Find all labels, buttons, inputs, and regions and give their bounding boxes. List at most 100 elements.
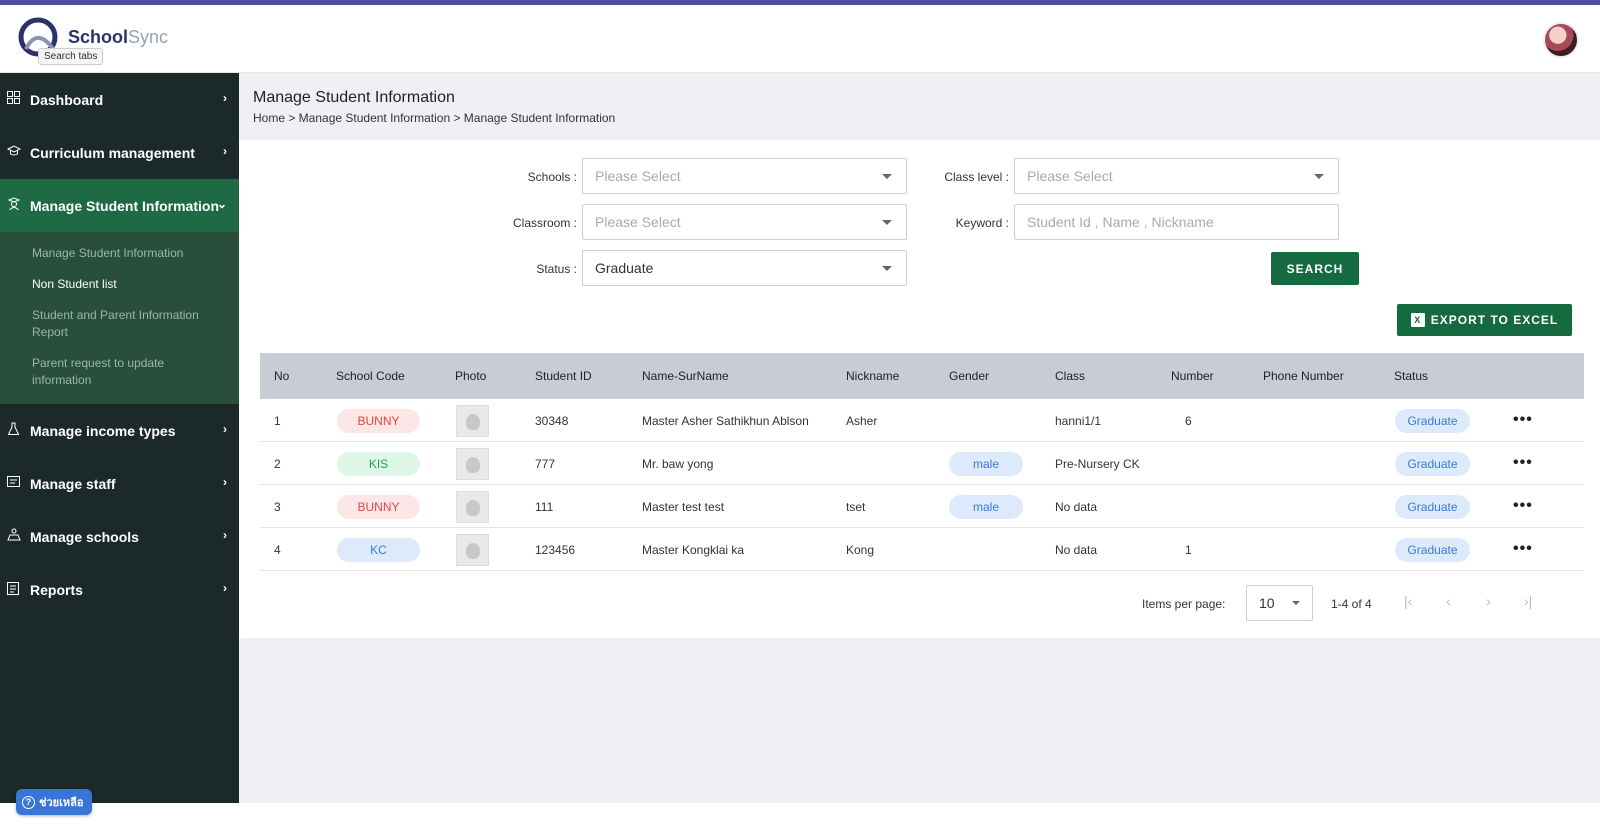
table-row[interactable]: 2 KIS 777 Mr. baw yong male Pre-Nursery … (260, 442, 1584, 485)
column-header-number[interactable]: Number (1171, 369, 1214, 383)
sidebar-item-label: Manage income types (30, 422, 176, 439)
sidebar-item-curriculum[interactable]: Curriculum management › (0, 126, 239, 179)
keyword-placeholder: Student Id , Name , Nickname (1027, 214, 1214, 230)
flask-icon (7, 422, 21, 436)
cell-nickname: tset (846, 500, 866, 514)
column-header-gender[interactable]: Gender (949, 369, 989, 383)
more-actions-icon[interactable]: ••• (1513, 411, 1533, 429)
table-row[interactable]: 3 BUNNY 111 Master test test tset male N… (260, 485, 1584, 528)
column-header-status[interactable]: Status (1394, 369, 1428, 383)
clipboard-icon (7, 581, 21, 595)
submenu-non-student-list[interactable]: Non Student list (0, 269, 239, 300)
cell-student-id: 123456 (535, 543, 576, 557)
next-page-icon[interactable]: › (1486, 593, 1491, 609)
cell-name: Mr. baw yong (642, 457, 714, 471)
class-level-label: Class level : (944, 170, 1009, 184)
cell-number: 6 (1185, 414, 1192, 428)
id-card-icon (7, 475, 21, 489)
keyword-label: Keyword : (955, 216, 1009, 230)
sidebar-item-dashboard[interactable]: Dashboard › (0, 73, 239, 126)
search-button[interactable]: SEARCH (1271, 252, 1359, 285)
class-level-select-value: Please Select (1027, 168, 1113, 184)
graduation-cap-icon (6, 144, 22, 158)
logo-primary-text: School (68, 27, 129, 47)
status-select-value: Graduate (595, 260, 654, 276)
caret-down-icon (1314, 174, 1324, 179)
cell-no: 4 (274, 543, 281, 557)
breadcrumb[interactable]: Home > Manage Student Information > Mana… (253, 111, 615, 125)
more-actions-icon[interactable]: ••• (1513, 454, 1533, 472)
table-row[interactable]: 1 BUNNY 30348 Master Asher Sathikhun Abl… (260, 399, 1584, 442)
user-avatar[interactable] (1543, 22, 1579, 58)
keyword-input[interactable]: Student Id , Name , Nickname (1014, 204, 1339, 240)
class-level-select[interactable]: Please Select (1014, 158, 1339, 194)
cell-class: No data (1055, 500, 1098, 514)
status-badge: Graduate (1395, 495, 1470, 519)
column-header-student-id[interactable]: Student ID (535, 369, 592, 383)
column-header-no[interactable]: No (274, 369, 289, 383)
classroom-select-value: Please Select (595, 214, 681, 230)
help-label: ช่วยเหลือ (39, 797, 84, 809)
question-icon: ? (22, 795, 35, 809)
chevron-right-icon: › (223, 422, 227, 436)
main-content: Manage Student Information Home > Manage… (239, 73, 1600, 803)
column-header-phone[interactable]: Phone Number (1263, 369, 1344, 383)
sidebar-item-income-types[interactable]: Manage income types › (0, 404, 239, 457)
classroom-select[interactable]: Please Select (582, 204, 907, 240)
sidebar-item-reports[interactable]: Reports › (0, 563, 239, 616)
prev-page-icon[interactable]: ‹ (1446, 593, 1451, 609)
app-header: SchoolSync Search tabs (0, 5, 1600, 73)
chevron-down-icon: ⌄ (216, 197, 227, 211)
sidebar-item-schools[interactable]: Manage schools › (0, 510, 239, 563)
schools-label: Schools : (527, 170, 577, 184)
more-actions-icon[interactable]: ••• (1513, 540, 1533, 558)
submenu-parent-request[interactable]: Parent request to update information (0, 348, 239, 396)
student-icon (7, 197, 21, 211)
submenu-manage-student-info[interactable]: Manage Student Information (0, 238, 239, 269)
student-photo (456, 491, 489, 523)
sidebar-item-manage-student[interactable]: Manage Student Information ⌄ (0, 179, 239, 232)
cell-name: Master test test (642, 500, 725, 514)
column-header-name[interactable]: Name-SurName (642, 369, 729, 383)
help-button[interactable]: ? ช่วยเหลือ (16, 789, 93, 815)
page-title: Manage Student Information (253, 89, 455, 106)
column-header-photo[interactable]: Photo (455, 369, 486, 383)
search-tabs-tooltip: Search tabs (38, 48, 104, 65)
student-photo (456, 405, 489, 437)
chevron-right-icon: › (223, 581, 227, 595)
status-label: Status : (536, 262, 577, 276)
schools-select[interactable]: Please Select (582, 158, 907, 194)
pagination: Items per page: 10 1-4 of 4 |‹ ‹ › ›| (260, 583, 1584, 623)
cell-number: 1 (1185, 543, 1192, 557)
student-submenu: Manage Student Information Non Student l… (0, 232, 239, 404)
logo-secondary-text: Sync (128, 27, 169, 47)
column-header-school-code[interactable]: School Code (336, 369, 405, 383)
student-table: No School Code Photo Student ID Name-Sur… (260, 353, 1584, 621)
export-excel-button[interactable]: X EXPORT TO EXCEL (1397, 304, 1572, 336)
chevron-right-icon: › (223, 475, 227, 489)
status-badge: Graduate (1395, 538, 1470, 562)
status-badge: Graduate (1395, 452, 1470, 476)
sidebar-item-label: Manage staff (30, 475, 116, 492)
student-photo (456, 534, 489, 566)
cell-student-id: 111 (535, 500, 554, 514)
cell-class: hanni1/1 (1055, 414, 1102, 428)
gender-badge: male (949, 452, 1023, 476)
column-header-nickname[interactable]: Nickname (846, 369, 899, 383)
sidebar-item-staff[interactable]: Manage staff › (0, 457, 239, 510)
cell-name: Master Asher Sathikhun Ablson (642, 414, 809, 428)
cell-class: No data (1055, 543, 1098, 557)
submenu-student-parent-report[interactable]: Student and Parent Information Report (0, 300, 239, 348)
cell-nickname: Kong (846, 543, 875, 557)
first-page-icon[interactable]: |‹ (1404, 593, 1412, 609)
sidebar-item-label: Dashboard (30, 91, 104, 108)
table-row[interactable]: 4 KC 123456 Master Kongklai ka Kong No d… (260, 528, 1584, 571)
cell-student-id: 30348 (535, 414, 569, 428)
last-page-icon[interactable]: ›| (1524, 593, 1532, 609)
more-actions-icon[interactable]: ••• (1513, 497, 1533, 515)
column-header-class[interactable]: Class (1055, 369, 1085, 383)
sidebar-item-label: Reports (30, 581, 83, 598)
items-per-page-select[interactable]: 10 (1246, 585, 1313, 621)
status-select[interactable]: Graduate (582, 250, 907, 286)
items-per-page-label: Items per page: (1142, 597, 1226, 611)
